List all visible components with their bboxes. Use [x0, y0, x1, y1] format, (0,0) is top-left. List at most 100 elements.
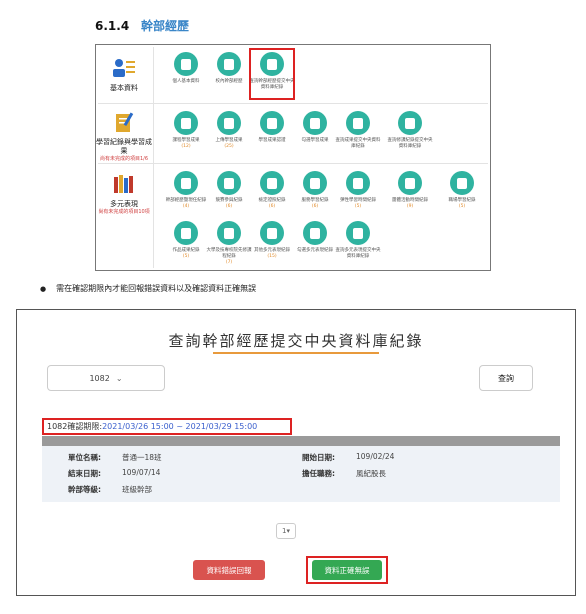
period-value: 2021/03/26 15:00 ~ 2021/03/29 15:00 — [102, 422, 258, 431]
document-search-icon — [346, 111, 370, 135]
worker-icon — [450, 171, 474, 195]
document-search-icon — [346, 221, 370, 245]
tile-upload-results[interactable]: 上傳學習成果 (25) — [205, 111, 253, 150]
semester-select[interactable]: 1082 ⌄ — [47, 365, 165, 391]
edit-document-icon — [303, 111, 327, 135]
tile-advanced-courses[interactable]: 大學及技專校院先修課程紀錄 (7) — [205, 221, 253, 266]
category-subtitle: 尚有未完成的項目10項 — [98, 209, 150, 215]
tile-count: (6) — [311, 204, 319, 209]
tile-label: 大學及技專校院先修課程紀錄 — [206, 248, 252, 259]
tile-count: (6) — [268, 204, 276, 209]
tile-workplace-learning[interactable]: 職場學習紀錄 (5) — [438, 171, 486, 210]
record-header-bar — [42, 436, 560, 446]
tile-license-records[interactable]: 檢定證照紀錄 (6) — [248, 171, 296, 210]
tile-label: 勾選多元表現紀錄 — [297, 248, 333, 253]
volunteer-icon — [303, 171, 327, 195]
group-icon — [260, 221, 284, 245]
presenter-icon — [346, 171, 370, 195]
books-icon — [174, 111, 198, 135]
group-icon — [398, 171, 422, 195]
field-label: 擔任職務: — [302, 469, 335, 478]
books-icon — [114, 175, 133, 193]
tile-flexible-learning[interactable]: 彈性學習時間紀錄 (5) — [334, 171, 382, 210]
field-label: 單位名稱: — [68, 453, 101, 462]
tile-label: 查詢修課紀錄提交中央資料庫紀錄 — [387, 138, 433, 149]
tile-query-results-submission[interactable]: 查詢成果提交中央資料庫紀錄 — [334, 111, 382, 150]
field-value: 普通一18班 — [122, 453, 162, 462]
title-underline — [213, 352, 379, 354]
field-label: 幹部等級: — [68, 485, 101, 494]
checklist-icon — [260, 111, 284, 135]
people-icon — [174, 171, 198, 195]
highlight-box — [249, 48, 295, 100]
tile-select-results[interactable]: 勾選學習成果 — [291, 111, 339, 144]
category-label: 基本資料 — [110, 84, 138, 92]
category-label: 多元表現 — [110, 200, 138, 208]
tile-label: 學習成果認證 — [258, 138, 286, 143]
tile-service-records[interactable]: 服務學習紀錄 (6) — [291, 171, 339, 210]
clipboard-pencil-icon — [116, 112, 134, 132]
category-basic-info[interactable]: 基本資料 — [96, 57, 152, 93]
highlight-box: 資料正確無誤 — [306, 556, 388, 584]
query-button[interactable]: 查詢 — [479, 365, 533, 391]
field-label: 開始日期: — [302, 453, 335, 462]
chalkboard-icon — [217, 221, 241, 245]
tile-works-records[interactable]: 作品成果紀錄 (5) — [162, 221, 210, 260]
record-card: 單位名稱: 普通一18班 開始日期: 109/02/24 結束日期: 109/0… — [42, 446, 560, 502]
tile-count: (6) — [225, 204, 233, 209]
field-value: 班級幹部 — [122, 485, 152, 494]
upload-document-icon — [217, 111, 241, 135]
tile-select-performance[interactable]: 勾選多元表現紀錄 — [291, 221, 339, 254]
student-portal-panel: 基本資料 學習紀錄與學習成果 尚有未完成的項目1/6 多元表現 尚有未完成的項目… — [95, 44, 491, 271]
chevron-down-icon: ⌄ — [115, 373, 123, 383]
section-title: 幹部經歷 — [141, 19, 190, 33]
tile-other-performance[interactable]: 其他多元表現紀錄 (15) — [248, 221, 296, 260]
section-number: 6.1.4 — [95, 19, 130, 33]
tile-label: 查詢多元表現提交中央資料庫紀錄 — [335, 248, 381, 259]
tile-count: (4) — [182, 204, 190, 209]
confirm-period: 1082確認期限: 2021/03/26 15:00 ~ 2021/03/29 … — [42, 418, 292, 435]
semester-value: 1082 — [89, 373, 110, 383]
document-search-icon — [398, 111, 422, 135]
pagination-select[interactable]: 1 ▾ — [276, 523, 296, 539]
checklist-icon — [303, 221, 327, 245]
category-learning-records[interactable]: 學習紀錄與學習成果 尚有未完成的項目1/6 — [96, 111, 152, 163]
group-icon — [217, 52, 241, 76]
tile-group-activities[interactable]: 團體活動時間紀錄 (9) — [386, 171, 434, 210]
category-subtitle: 尚有未完成的項目1/6 — [99, 156, 149, 162]
tile-query-course-submission[interactable]: 查詢修課紀錄提交中央資料庫紀錄 — [386, 111, 434, 150]
section-heading: 6.1.4 幹部經歷 — [95, 17, 189, 34]
tile-count: (5) — [458, 204, 466, 209]
field-value: 109/07/14 — [122, 468, 161, 477]
tile-competition-records[interactable]: 競賽參與紀錄 (6) — [205, 171, 253, 210]
trophy-icon — [217, 171, 241, 195]
query-screen: 查詢幹部經歷提交中央資料庫紀錄 1082 ⌄ 查詢 1082確認期限: 2021… — [16, 309, 576, 596]
page-title: 查詢幹部經歷提交中央資料庫紀錄 — [168, 332, 424, 350]
tile-label: 查詢成果提交中央資料庫紀錄 — [335, 138, 381, 149]
tile-count: (9) — [406, 204, 414, 209]
report-error-button[interactable]: 資料錯誤回報 — [193, 560, 265, 580]
tile-count: (7) — [225, 260, 233, 265]
tile-count: (5) — [182, 254, 190, 259]
tile-personal-info[interactable]: 個人基本資料 — [162, 52, 210, 85]
user-card-icon — [113, 59, 135, 77]
confirm-correct-button[interactable]: 資料正確無誤 — [312, 560, 382, 580]
period-label: 1082確認期限: — [47, 422, 103, 431]
tile-label: 勾選學習成果 — [301, 138, 329, 143]
tile-cadre-experience[interactable]: 校內幹部經歷 — [205, 52, 253, 85]
tile-results-certification[interactable]: 學習成果認證 — [248, 111, 296, 144]
category-diverse-performance[interactable]: 多元表現 尚有未完成的項目10項 — [96, 173, 152, 216]
field-label: 結束日期: — [68, 469, 101, 478]
profile-icon — [174, 52, 198, 76]
tile-count: (12) — [181, 144, 191, 149]
tile-course-results[interactable]: 課程學習成果 (12) — [162, 111, 210, 150]
people-icon — [174, 221, 198, 245]
tile-label: 個人基本資料 — [172, 79, 200, 84]
category-label: 學習紀錄與學習成果 — [96, 138, 152, 155]
panel-divider — [98, 103, 488, 104]
panel-divider — [98, 163, 488, 164]
tile-query-performance-submission[interactable]: 查詢多元表現提交中央資料庫紀錄 — [334, 221, 382, 260]
field-value: 109/02/24 — [356, 452, 395, 461]
bullet-note: 需在確認期限內才能回報錯誤資料以及確認資料正確無誤 — [40, 283, 256, 294]
tile-cadre-records[interactable]: 幹部經歷暨現任紀錄 (4) — [162, 171, 210, 210]
